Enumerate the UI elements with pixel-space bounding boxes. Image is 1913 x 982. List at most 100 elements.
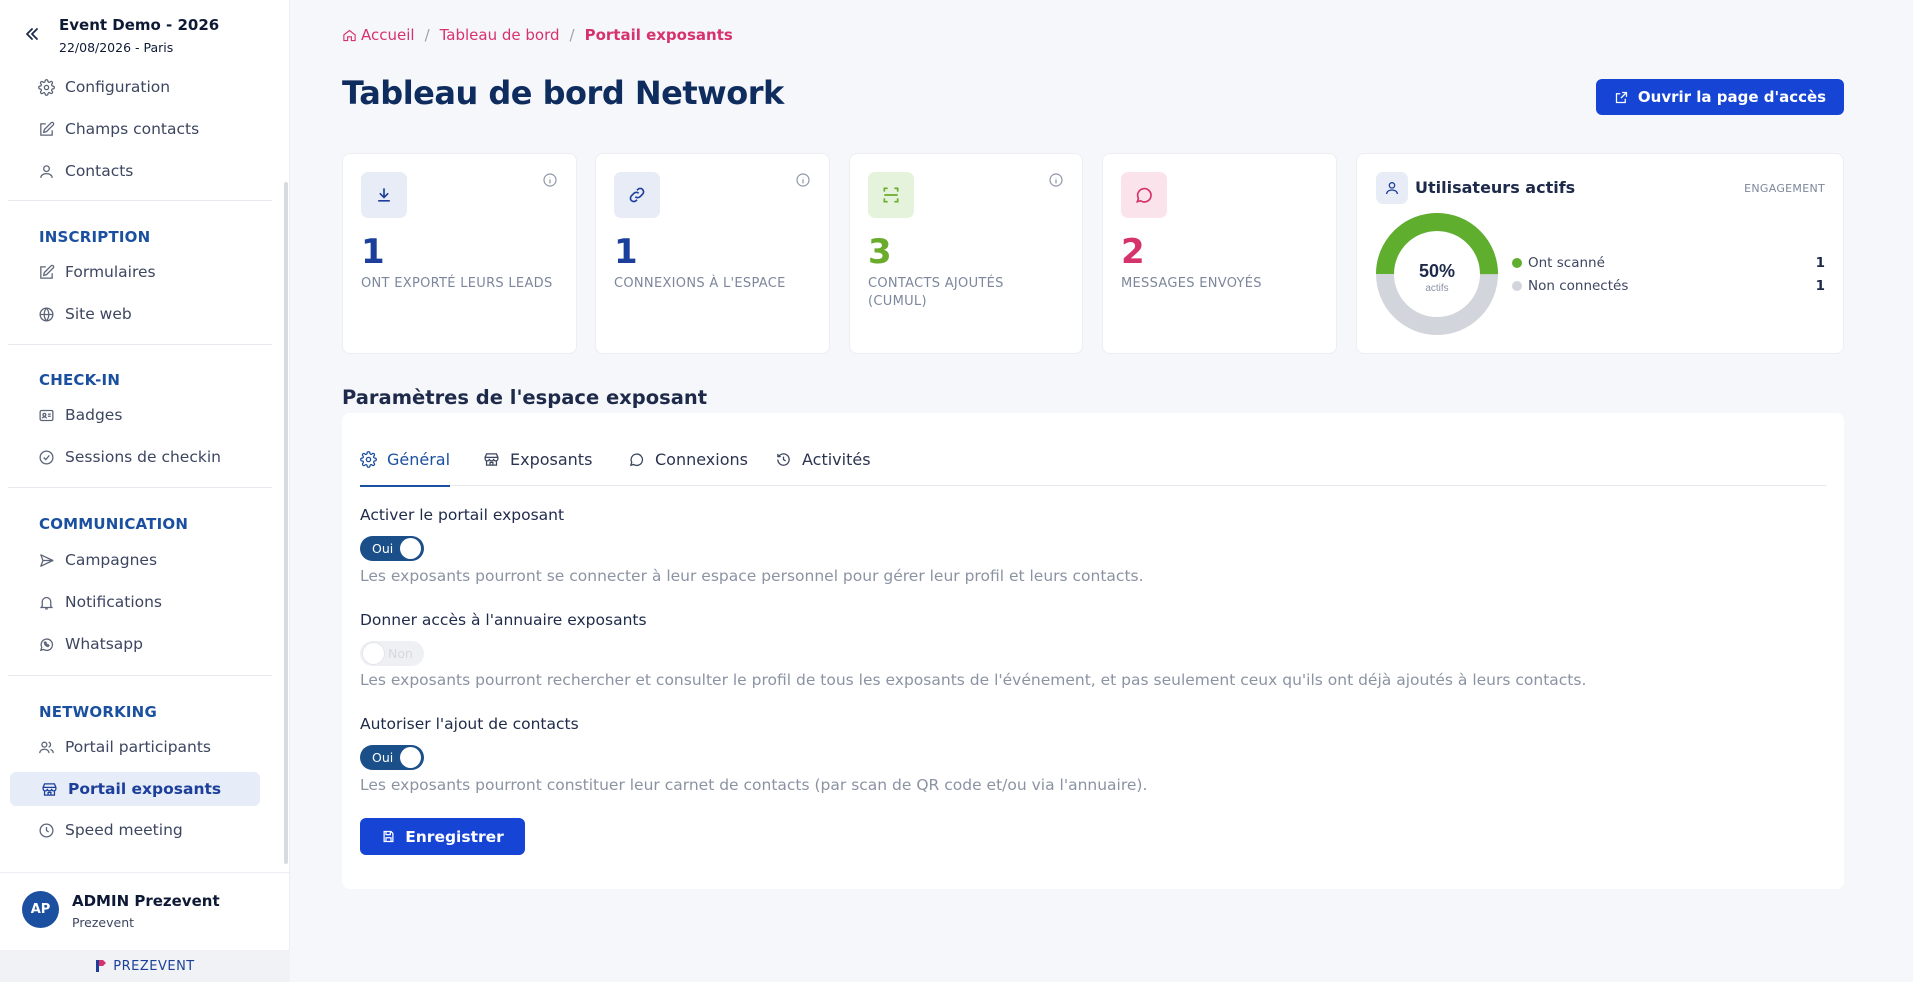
legend-dot <box>1512 281 1522 291</box>
sidebar-item-speed-meeting[interactable]: Speed meeting <box>10 813 260 847</box>
field-label-enable-portal: Activer le portail exposant <box>360 506 565 524</box>
avatar: AP <box>22 891 59 928</box>
event-date-location: 22/08/2026 - Paris <box>59 40 174 55</box>
sidebar-item-sessions-de-checkin[interactable]: Sessions de checkin <box>10 440 260 474</box>
store-icon <box>484 453 499 466</box>
globe-icon <box>39 306 54 322</box>
scan-icon <box>883 187 899 203</box>
sidebar-item-formulaires[interactable]: Formulaires <box>10 255 260 289</box>
gear-icon <box>38 78 55 96</box>
sidebar-item-configuration[interactable]: Configuration <box>10 70 260 104</box>
download-icon <box>378 188 390 202</box>
user-icon <box>40 164 53 178</box>
section-title-inscription: INSCRIPTION <box>39 228 151 246</box>
sidebar-item-notifications[interactable]: Notifications <box>10 585 260 619</box>
field-help-directory-access: Les exposants pourront rechercher et con… <box>360 671 1587 689</box>
sidebar-item-site-web[interactable]: Site web <box>10 297 260 331</box>
legend-label: Ont scanné <box>1528 255 1605 271</box>
sidebar-item-label: Whatsapp <box>65 635 143 653</box>
sidebar-item-label: Champs contacts <box>65 120 200 138</box>
sidebar-item-champs-contacts[interactable]: Champs contacts <box>10 112 260 146</box>
sidebar-item-label: Sessions de checkin <box>65 448 221 466</box>
sidebar-item-label: Notifications <box>65 593 163 611</box>
user-name: ADMIN Prezevent <box>72 892 220 910</box>
divider <box>8 675 272 676</box>
breadcrumb-home[interactable]: Accueil <box>361 26 415 44</box>
toggle-directory-access[interactable]: Non <box>360 641 424 666</box>
tab-connexions[interactable]: Connexions <box>628 433 748 486</box>
user-icon <box>1386 182 1398 195</box>
tab-exposants[interactable]: Exposants <box>483 433 592 486</box>
sidebar-item-label: Portail participants <box>65 738 212 756</box>
stat-card-exported-leads: 1 ONT EXPORTÉ LEURS LEADS <box>342 153 577 354</box>
info-icon[interactable] <box>542 172 558 188</box>
open-access-page-label: Ouvrir la page d'accès <box>1637 88 1827 106</box>
sidebar: Event Demo - 2026 22/08/2026 - Paris Con… <box>0 0 290 982</box>
legend-item-scanned: Ont scanné <box>1512 255 1605 271</box>
sidebar-item-label: Portail exposants <box>68 780 222 798</box>
sidebar-item-label: Contacts <box>65 162 134 180</box>
history-icon <box>777 453 790 466</box>
brand-name: PREZEVENT <box>113 958 195 974</box>
user-organization: Prezevent <box>72 915 135 930</box>
save-icon <box>383 830 394 843</box>
chat-icon <box>1136 187 1152 203</box>
donut-sublabel: actifs <box>1425 283 1448 294</box>
stat-label: CONNEXIONS À L'ESPACE <box>614 276 786 291</box>
divider <box>8 344 272 345</box>
tab-general[interactable]: Général <box>360 433 451 487</box>
toggle-knob <box>400 538 421 559</box>
sidebar-item-label: Campagnes <box>65 551 158 569</box>
sidebar-item-label: Formulaires <box>65 263 156 281</box>
sidebar-item-badges[interactable]: Badges <box>10 398 260 432</box>
sidebar-scrollbar[interactable] <box>284 182 288 864</box>
user-profile[interactable]: AP ADMIN Prezevent Prezevent <box>0 872 290 950</box>
toggle-state-label: Oui <box>372 750 394 765</box>
store-icon <box>42 782 57 796</box>
stat-value: 3 <box>868 232 892 272</box>
legend-value: 1 <box>1815 278 1825 294</box>
check-circle-icon <box>39 449 54 465</box>
toggle-enable-portal[interactable]: Oui <box>360 536 424 561</box>
sidebar-item-contacts[interactable]: Contacts <box>10 154 260 188</box>
whatsapp-icon <box>39 637 54 651</box>
stat-icon-box <box>1121 172 1167 218</box>
info-icon[interactable] <box>1048 172 1064 188</box>
save-button[interactable]: Enregistrer <box>360 818 525 855</box>
stat-label: CONTACTS AJOUTÉS (CUMUL) <box>868 276 1004 309</box>
breadcrumb: Accueil / Tableau de bord / Portail expo… <box>342 26 733 44</box>
send-icon <box>40 553 54 567</box>
page-title: Tableau de bord Network <box>342 74 784 112</box>
prezevent-logo-icon <box>96 960 107 972</box>
edit-icon <box>40 264 55 279</box>
info-icon[interactable] <box>795 172 811 188</box>
stat-icon-box <box>361 172 407 218</box>
clock-icon <box>39 822 54 838</box>
tab-label: Connexions <box>655 450 748 469</box>
active-users-title: Utilisateurs actifs <box>1415 178 1576 197</box>
legend-item-not-connected: Non connectés <box>1512 278 1628 294</box>
tab-activites[interactable]: Activités <box>775 433 871 486</box>
toggle-allow-contacts[interactable]: Oui <box>360 745 424 770</box>
section-title-networking: NETWORKING <box>39 703 157 721</box>
breadcrumb-current: Portail exposants <box>584 26 733 44</box>
sidebar-item-portail-exposants[interactable]: Portail exposants <box>10 772 260 806</box>
bell-icon <box>39 596 54 610</box>
id-card-icon <box>39 409 54 421</box>
breadcrumb-dashboard[interactable]: Tableau de bord <box>440 26 560 44</box>
legend-dot <box>1512 258 1522 268</box>
stat-value: 1 <box>614 232 638 272</box>
stat-value: 2 <box>1121 232 1145 272</box>
user-icon-box <box>1376 172 1408 204</box>
sidebar-item-campagnes[interactable]: Campagnes <box>10 543 260 577</box>
brand-footer: PREZEVENT <box>0 950 290 982</box>
open-access-page-button[interactable]: Ouvrir la page d'accès <box>1596 79 1844 115</box>
settings-section-title: Paramètres de l'espace exposant <box>342 386 708 409</box>
collapse-sidebar-icon[interactable] <box>22 24 42 44</box>
home-icon <box>343 29 356 41</box>
toggle-state-label: Non <box>388 646 413 661</box>
sidebar-item-portail-participants[interactable]: Portail participants <box>10 730 260 764</box>
tab-label: Exposants <box>510 450 593 469</box>
sidebar-item-whatsapp[interactable]: Whatsapp <box>10 627 260 661</box>
breadcrumb-separator: / <box>424 26 430 44</box>
